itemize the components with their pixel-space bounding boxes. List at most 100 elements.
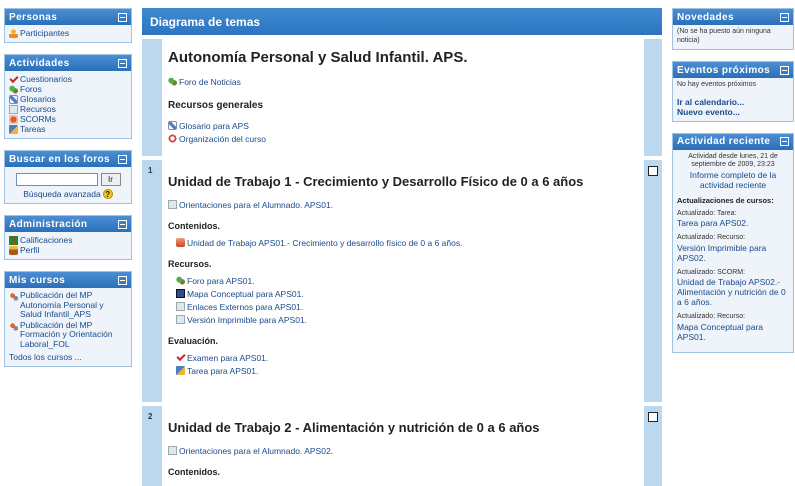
show-only-section-checkbox[interactable] [648, 412, 658, 422]
forum-icon [168, 77, 177, 86]
update-label: Actualizado: Tarea: [677, 209, 737, 217]
collapse-icon[interactable] [780, 137, 789, 146]
collapse-icon[interactable] [118, 154, 127, 164]
profile-link[interactable]: Perfil [9, 245, 127, 255]
block-title: Novedades [677, 11, 734, 23]
resource-label: Enlaces Externos para APS01. [187, 301, 304, 312]
advanced-search-link[interactable]: Búsqueda avanzada [23, 189, 101, 199]
right-column: Novedades (No se ha puesto aún ninguna n… [672, 8, 794, 364]
calendar-link[interactable]: Ir al calendario... [677, 97, 789, 107]
block-administracion: Administración Calificaciones Perfil [4, 215, 132, 260]
grades-link[interactable]: Calificaciones [9, 235, 127, 245]
scorm-icon [176, 238, 185, 247]
collapse-icon[interactable] [118, 275, 127, 285]
contents-heading: Contenidos. [168, 221, 220, 231]
course-label: Publicación del MP Formación y Orientaci… [20, 319, 113, 349]
exam-link[interactable]: Examen para APS01. [168, 351, 636, 364]
activity-link-tasks[interactable]: Tareas [9, 124, 127, 134]
collapse-icon[interactable] [118, 58, 127, 68]
resource-label: Unidad de Trabajo APS01.- Crecimiento y … [187, 237, 463, 248]
organization-icon [168, 134, 177, 143]
activity-label: Foros [20, 84, 42, 94]
quiz-icon [176, 353, 185, 362]
new-event-link[interactable]: Nuevo evento... [677, 107, 789, 117]
participants-icon [9, 28, 18, 38]
update-link[interactable]: Unidad de Trabajo APS02.- Alimentación y… [677, 277, 789, 307]
full-report-link[interactable]: Informe completo de la actividad recient… [677, 170, 789, 190]
profile-icon [9, 245, 18, 255]
resource-label: Versión Imprimible para APS01. [187, 314, 308, 325]
orientations-link[interactable]: Orientaciones para el Alumnado. APS01. [168, 198, 636, 211]
orientations-link[interactable]: Orientaciones para el Alumnado. APS02. [168, 444, 636, 457]
update-entry: Actualizado: Recurso: Mapa Conceptual pa… [677, 313, 789, 342]
resource-icon [176, 315, 185, 324]
block-header-personas: Personas [5, 9, 131, 25]
external-links-link[interactable]: Enlaces Externos para APS01. [168, 300, 636, 313]
update-link[interactable]: Versión Imprimible para APS02. [677, 243, 789, 263]
participants-label: Participantes [20, 28, 70, 38]
update-entry: Actualizado: Tarea: Tarea para APS02. [677, 210, 789, 229]
course-organization-link[interactable]: Organización del curso [168, 132, 636, 145]
block-eventos: Eventos próximos No hay eventos próximos… [672, 61, 794, 122]
glossary-link[interactable]: Glosario para APS [168, 119, 636, 132]
unit-content-link[interactable]: Unidad de Trabajo APS01.- Crecimiento y … [168, 236, 636, 249]
update-label: Actualizado: Recurso: [677, 313, 746, 320]
collapse-icon[interactable] [780, 12, 789, 22]
block-header-novedades: Novedades [673, 9, 793, 25]
grades-icon [9, 235, 18, 245]
block-reciente: Actividad reciente Actividad desde lunes… [672, 132, 794, 353]
no-events-text: No hay eventos próximos [677, 81, 756, 88]
section-main: Unidad de Trabajo 1 - Crecimiento y Desa… [162, 160, 644, 402]
block-header-actividades: Actividades [5, 55, 131, 71]
news-forum-link[interactable]: Foro de Noticias [168, 75, 636, 88]
concept-map-link[interactable]: Mapa Conceptual para APS01. [168, 287, 636, 300]
resource-label: Mapa Conceptual para APS01. [187, 288, 304, 299]
activity-link-forums[interactable]: Foros [9, 84, 127, 94]
section-right [644, 160, 662, 402]
block-header-mis-cursos: Mis cursos [5, 272, 131, 288]
main-header: Diagrama de temas [142, 8, 662, 35]
section-0: Autonomía Personal y Salud Infantil. APS… [142, 39, 662, 156]
collapse-icon[interactable] [118, 219, 127, 229]
section-number: 2 [142, 406, 162, 486]
forum-search-input[interactable] [15, 173, 98, 186]
help-icon[interactable]: ? [102, 189, 113, 199]
collapse-icon[interactable] [118, 12, 127, 22]
block-header-buscar: Buscar en los foros [5, 151, 131, 167]
all-courses-link[interactable]: Todos los cursos ... [9, 352, 127, 362]
activity-label: Recursos [20, 104, 56, 114]
block-header-reciente: Actividad reciente [673, 133, 793, 150]
task-link[interactable]: Tarea para APS01. [168, 364, 636, 377]
resource-icon [168, 446, 177, 455]
course-link-fol[interactable]: Publicación del MP Formación y Orientaci… [9, 319, 127, 350]
course-icon [9, 292, 18, 301]
show-only-section-checkbox[interactable] [648, 166, 658, 176]
forum-icon [9, 84, 18, 94]
update-label: Actualizado: Recurso: [677, 234, 746, 241]
task-icon [176, 366, 185, 375]
activity-link-resources[interactable]: Recursos [9, 104, 127, 114]
resource-icon [176, 302, 185, 311]
course-link-aps[interactable]: Publicación del MP Autonomía Personal y … [9, 290, 127, 320]
section-right [644, 39, 662, 156]
forum-aps01-link[interactable]: Foro para APS01. [168, 274, 636, 287]
collapse-icon[interactable] [780, 65, 789, 75]
task-icon [9, 124, 18, 134]
update-entry: Actualizado: SCORM: Unidad de Trabajo AP… [677, 269, 789, 308]
participants-link[interactable]: Participantes [9, 28, 127, 38]
section-title: Unidad de Trabajo 1 - Crecimiento y Desa… [168, 174, 584, 189]
update-link[interactable]: Tarea para APS02. [677, 218, 789, 228]
block-header-administracion: Administración [5, 216, 131, 232]
section-main: Unidad de Trabajo 2 - Alimentación y nut… [162, 406, 644, 486]
activity-link-quizzes[interactable]: Cuestionarios [9, 74, 127, 84]
update-link[interactable]: Mapa Conceptual para APS01. [677, 322, 789, 342]
search-go-button[interactable]: Ir [100, 173, 121, 186]
activity-link-scorms[interactable]: SCORMs [9, 114, 127, 124]
evaluation-heading: Evaluación. [168, 336, 219, 346]
activity-link-glossaries[interactable]: Glosarios [9, 94, 127, 104]
block-title: Actividad reciente [677, 136, 771, 147]
printable-version-link[interactable]: Versión Imprimible para APS01. [168, 313, 636, 326]
section-left [142, 39, 162, 156]
section-main: Autonomía Personal y Salud Infantil. APS… [162, 39, 644, 156]
block-title: Actividades [9, 57, 70, 69]
